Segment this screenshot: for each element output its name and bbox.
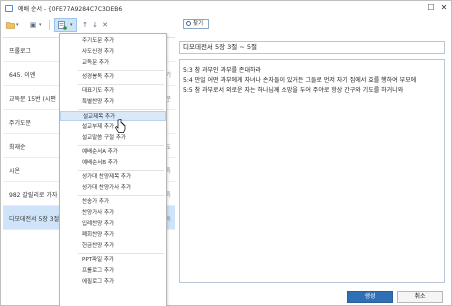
- menu-separator: [78, 84, 164, 85]
- save-dropdown-arrow[interactable]: ▾: [39, 19, 45, 31]
- window-title: 예배 순서 - {0FE77A9284C7C3DEB6: [18, 6, 123, 13]
- open-folder-button[interactable]: [5, 19, 15, 31]
- menu-separator: [78, 195, 164, 196]
- menu-item[interactable]: 헌금찬양 추가: [60, 241, 166, 251]
- move-up-button[interactable]: ↑: [80, 19, 90, 31]
- add-item-menu: 주기도문 추가 사도신경 추가 교독문 추가성경봉독 추가대표기도 추가 특별찬양 추…: [59, 33, 167, 306]
- menu-item[interactable]: 예배순서B 추가: [60, 158, 166, 168]
- menu-item[interactable]: 폐회찬양 추가: [60, 230, 166, 240]
- service-item-title: 주기도문: [9, 120, 32, 127]
- menu-item[interactable]: 성가대 찬양가사 추가: [60, 183, 166, 193]
- close-window-button[interactable]: ✕: [437, 1, 451, 15]
- menu-item[interactable]: 설교부제 추가: [60, 122, 166, 132]
- create-button[interactable]: 생성: [347, 291, 393, 303]
- add-item-button[interactable]: ▾: [54, 18, 77, 32]
- service-item-title: 최재순: [9, 144, 26, 151]
- delete-item-button[interactable]: ✕: [100, 19, 110, 31]
- menu-separator: [78, 145, 164, 146]
- folder-icon: [5, 22, 15, 29]
- service-item-title: 프롤로그: [9, 48, 32, 55]
- menu-item[interactable]: 설교제목 추가: [60, 111, 166, 121]
- menu-item[interactable]: 에필로그 추가: [60, 277, 166, 287]
- toolbar: ▾ ▣ ▾ ▾ ↑ ↓ ✕: [1, 17, 451, 33]
- search-icon: [186, 21, 191, 26]
- scripture-verse-line: 5:5 참 과부로서 외로운 자는 하나님께 소망을 두어 주야로 항상 간구와…: [183, 87, 404, 94]
- save-button[interactable]: ▣: [28, 19, 38, 31]
- service-item-title: 982 갈릴리로 가자: [9, 192, 58, 199]
- open-dropdown-arrow[interactable]: ▾: [16, 19, 22, 31]
- search-label: 찾기: [193, 21, 204, 27]
- menu-item[interactable]: 주기도문 추가: [60, 36, 166, 46]
- detail-content-area[interactable]: 5:3 참 과부인 과부를 존대하라 5:4 만일 어떤 과부에게 자녀나 손자들…: [179, 59, 445, 283]
- toolbar-divider: [49, 20, 50, 30]
- service-item-title: 645. 이엔: [9, 72, 36, 79]
- mouse-cursor-icon: [115, 119, 126, 133]
- menu-item[interactable]: 입례찬양 추가: [60, 219, 166, 229]
- menu-separator: [78, 70, 164, 71]
- menu-item[interactable]: 프롤로그 추가: [60, 266, 166, 276]
- menu-item[interactable]: 설교말씀 구절 추가: [60, 133, 166, 143]
- add-item-dropdown-arrow: ▾: [70, 22, 73, 28]
- scripture-verse-line: 5:4 만일 어떤 과부에게 자녀나 손자들이 있거든 그들로 먼저 자기 집에…: [183, 77, 417, 84]
- menu-item[interactable]: PPT파일 추가: [60, 255, 166, 265]
- menu-separator: [78, 253, 164, 254]
- maximize-button[interactable]: ☐: [424, 1, 438, 15]
- menu-separator: [78, 170, 164, 171]
- menu-item[interactable]: 찬양가사 추가: [60, 208, 166, 218]
- cancel-button[interactable]: 취소: [397, 291, 443, 303]
- add-list-icon: [58, 21, 67, 30]
- service-item-title: 교독문 15번 (시편: [9, 96, 56, 103]
- detail-title-field[interactable]: 디모데전서 5장 3절 ~ 5절: [179, 41, 445, 54]
- service-item-title: 디모데전서 5장 3절: [9, 216, 60, 223]
- search-button[interactable]: 찾기: [183, 19, 209, 29]
- service-item-title: 시온: [9, 168, 21, 175]
- menu-item[interactable]: 특별찬양 추가: [60, 97, 166, 107]
- menu-item[interactable]: 대표기도 추가: [60, 86, 166, 96]
- title-bar: 예배 순서 - {0FE77A9284C7C3DEB6 ☐ ✕: [1, 1, 451, 16]
- menu-item[interactable]: 교독문 추가: [60, 58, 166, 68]
- menu-item[interactable]: 사도신경 추가: [60, 47, 166, 57]
- menu-item[interactable]: 예배순서A 추가: [60, 147, 166, 157]
- move-down-button[interactable]: ↓: [90, 19, 100, 31]
- menu-separator: [78, 109, 164, 110]
- app-icon: [5, 5, 13, 12]
- app-window: 예배 순서 - {0FE77A9284C7C3DEB6 ☐ ✕ ▾ ▣ ▾ ▾ …: [0, 0, 452, 306]
- menu-item[interactable]: 성경봉독 추가: [60, 72, 166, 82]
- menu-item[interactable]: 찬송가 추가: [60, 197, 166, 207]
- content-scrollbar[interactable]: [447, 59, 451, 283]
- scripture-verse-line: 5:3 참 과부인 과부를 존대하라: [183, 67, 262, 74]
- menu-item[interactable]: 성가대 찬양제목 추가: [60, 172, 166, 182]
